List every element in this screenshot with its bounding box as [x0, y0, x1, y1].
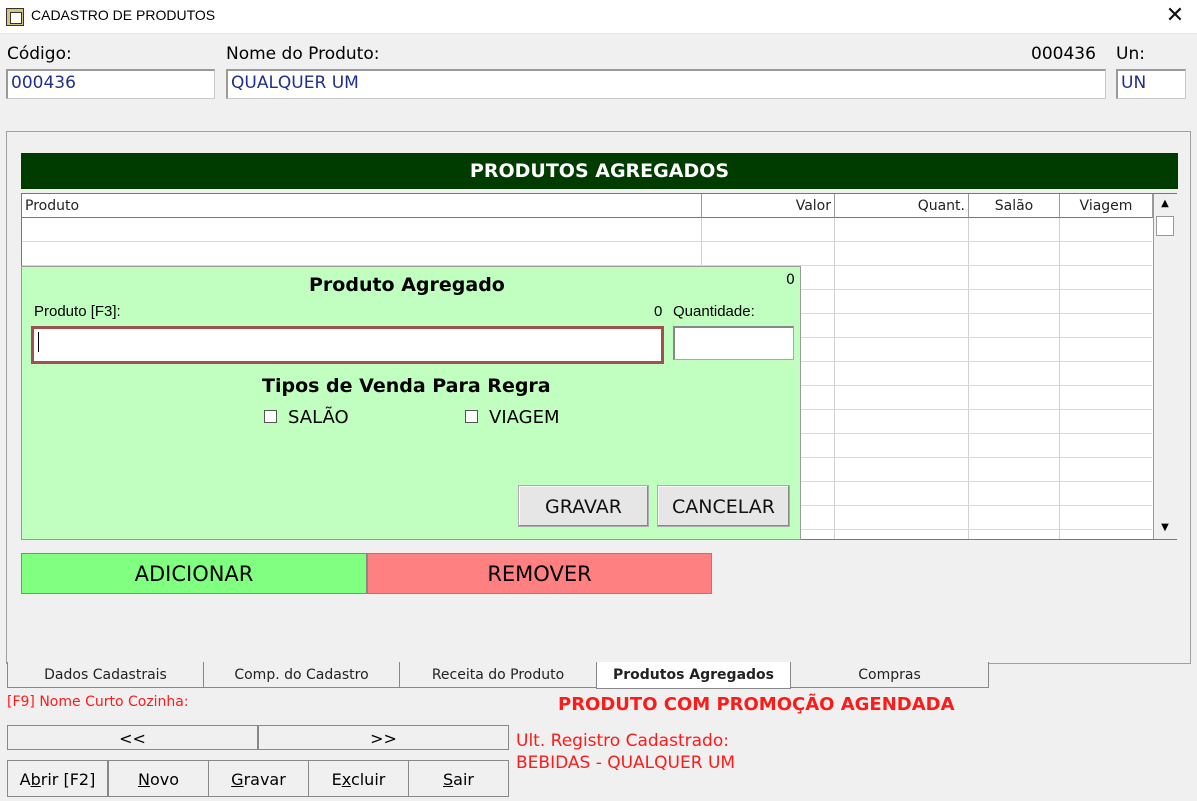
tipos-venda-title: Tipos de Venda Para Regra	[262, 375, 551, 397]
gravar-text: ravar	[243, 770, 286, 789]
viagem-label: VIAGEM	[489, 407, 560, 428]
close-icon[interactable]: ✕	[1160, 2, 1190, 30]
f9-nome-curto-label: [F9] Nome Curto Cozinha:	[7, 694, 189, 710]
abrir-button[interactable]: Abrir [F2]	[7, 760, 108, 797]
sair-button[interactable]: Sair	[408, 760, 509, 797]
un-label: Un:	[1116, 44, 1145, 64]
gravar-button[interactable]: GRAVAR	[518, 485, 649, 527]
text-caret	[38, 332, 39, 352]
excluir-button[interactable]: Excluir	[308, 760, 409, 797]
window-title: CADASTRO DE PRODUTOS	[31, 7, 216, 23]
cancelar-button[interactable]: CANCELAR	[657, 485, 790, 527]
col-quant[interactable]: Quant.	[835, 194, 969, 218]
excluir-text: E	[331, 770, 342, 789]
col-valor[interactable]: Valor	[702, 194, 835, 218]
tab-dados-cadastrais[interactable]: Dados Cadastrais	[7, 662, 204, 688]
salao-label: SALÃO	[288, 407, 349, 428]
excluir-mnemonic: x	[341, 770, 351, 789]
promo-alert: PRODUTO COM PROMOÇÃO AGENDADA	[558, 694, 955, 715]
grid-divider	[968, 218, 969, 539]
excluir-text-rest: cluir	[350, 770, 386, 789]
grid-divider	[1059, 218, 1060, 539]
grid-divider	[834, 218, 835, 539]
col-salao[interactable]: Salão	[969, 194, 1060, 218]
app-icon	[6, 8, 24, 26]
tab-comp-cadastro[interactable]: Comp. do Cadastro	[203, 662, 400, 688]
ult-registro-value: BEBIDAS - QUALQUER UM	[516, 753, 736, 773]
grid-scrollbar[interactable]: ▲ ▼	[1153, 194, 1177, 539]
sair-text: air	[453, 770, 474, 789]
quantidade-input[interactable]	[673, 326, 794, 360]
dialog-counter: 0	[786, 272, 795, 288]
nome-field[interactable]: QUALQUER UM	[226, 69, 1106, 99]
remover-button[interactable]: REMOVER	[367, 553, 712, 594]
quantidade-label: Quantidade:	[673, 303, 755, 320]
adicionar-button[interactable]: ADICIONAR	[21, 553, 367, 594]
abrir-mnemonic: b	[30, 770, 41, 789]
un-field[interactable]: UN	[1116, 69, 1186, 99]
tab-receita-produto[interactable]: Receita do Produto	[399, 662, 597, 688]
nome-label: Nome do Produto:	[226, 44, 380, 64]
grid-row-line	[22, 241, 1152, 242]
salao-checkbox[interactable]	[264, 410, 277, 423]
tab-produtos-agregados[interactable]: Produtos Agregados	[596, 662, 791, 689]
novo-text: ovo	[149, 770, 179, 789]
scroll-thumb[interactable]	[1156, 216, 1174, 236]
codigo-label: Código:	[7, 44, 72, 64]
viagem-checkbox[interactable]	[465, 410, 478, 423]
tab-compras[interactable]: Compras	[790, 662, 989, 688]
novo-button[interactable]: Novo	[108, 760, 209, 797]
product-code-display: 000436	[1031, 44, 1096, 64]
scroll-up-icon[interactable]: ▲	[1155, 195, 1175, 213]
agregados-header: PRODUTOS AGREGADOS	[21, 153, 1178, 189]
abrir-text-rest: rir [F2]	[40, 770, 96, 789]
gravar-footer-button[interactable]: Gravar	[208, 760, 309, 797]
codigo-field[interactable]: 000436	[6, 69, 215, 99]
col-viagem[interactable]: Viagem	[1060, 194, 1153, 218]
scroll-down-icon[interactable]: ▼	[1155, 519, 1175, 537]
col-produto[interactable]: Produto	[22, 194, 702, 218]
abrir-text: A	[19, 770, 31, 789]
next-record-button[interactable]: >>	[258, 725, 509, 750]
gravar-mnemonic: G	[231, 770, 244, 789]
produto-input[interactable]	[31, 326, 664, 364]
ult-registro-label: Ult. Registro Cadastrado:	[516, 731, 729, 751]
novo-mnemonic: N	[137, 770, 150, 789]
prev-record-button[interactable]: <<	[7, 725, 258, 750]
sair-mnemonic: S	[443, 770, 454, 789]
produto-label: Produto [F3]:	[34, 303, 121, 320]
produto-code: 0	[654, 303, 663, 320]
dialog-title: Produto Agregado	[309, 274, 505, 296]
